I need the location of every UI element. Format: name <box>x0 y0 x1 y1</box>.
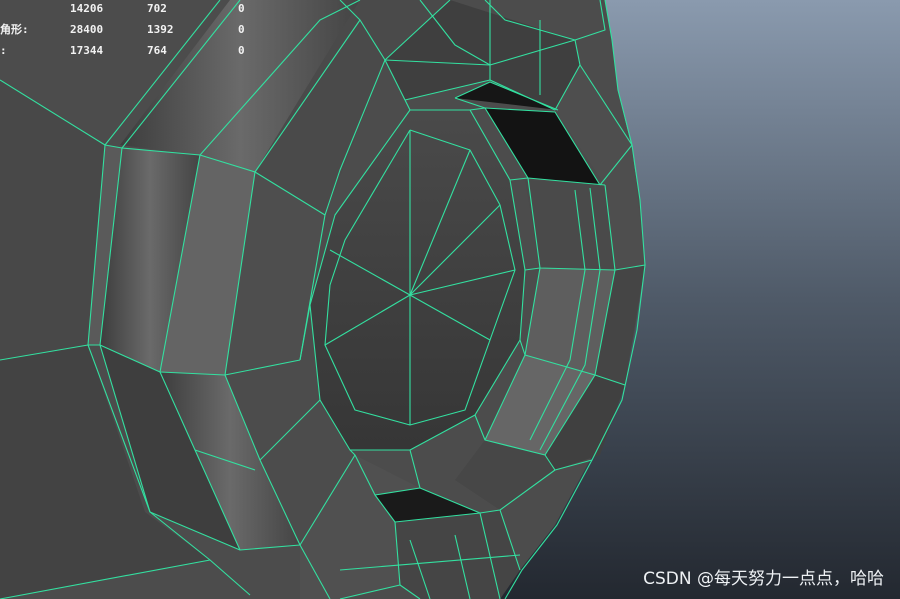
hud-value: 0 <box>238 44 245 57</box>
hud-value: 702 <box>147 2 167 15</box>
viewport-scene <box>0 0 900 599</box>
hud-label: : <box>0 44 7 57</box>
3d-viewport[interactable]: 14206 702 0 角形: 28400 1392 0 : 17344 764… <box>0 0 900 599</box>
hud-value: 28400 <box>70 23 104 36</box>
hud-value: 0 <box>238 23 245 36</box>
mesh-face <box>395 510 520 599</box>
hud-label: 角形: <box>0 23 29 36</box>
watermark: CSDN @每天努力一点点，哈哈 <box>643 569 884 589</box>
hud-value: 764 <box>147 44 167 57</box>
hud-value: 0 <box>238 2 245 15</box>
hud-value: 14206 <box>70 2 104 15</box>
hud-value: 17344 <box>70 44 104 57</box>
hud-value: 1392 <box>147 23 174 36</box>
